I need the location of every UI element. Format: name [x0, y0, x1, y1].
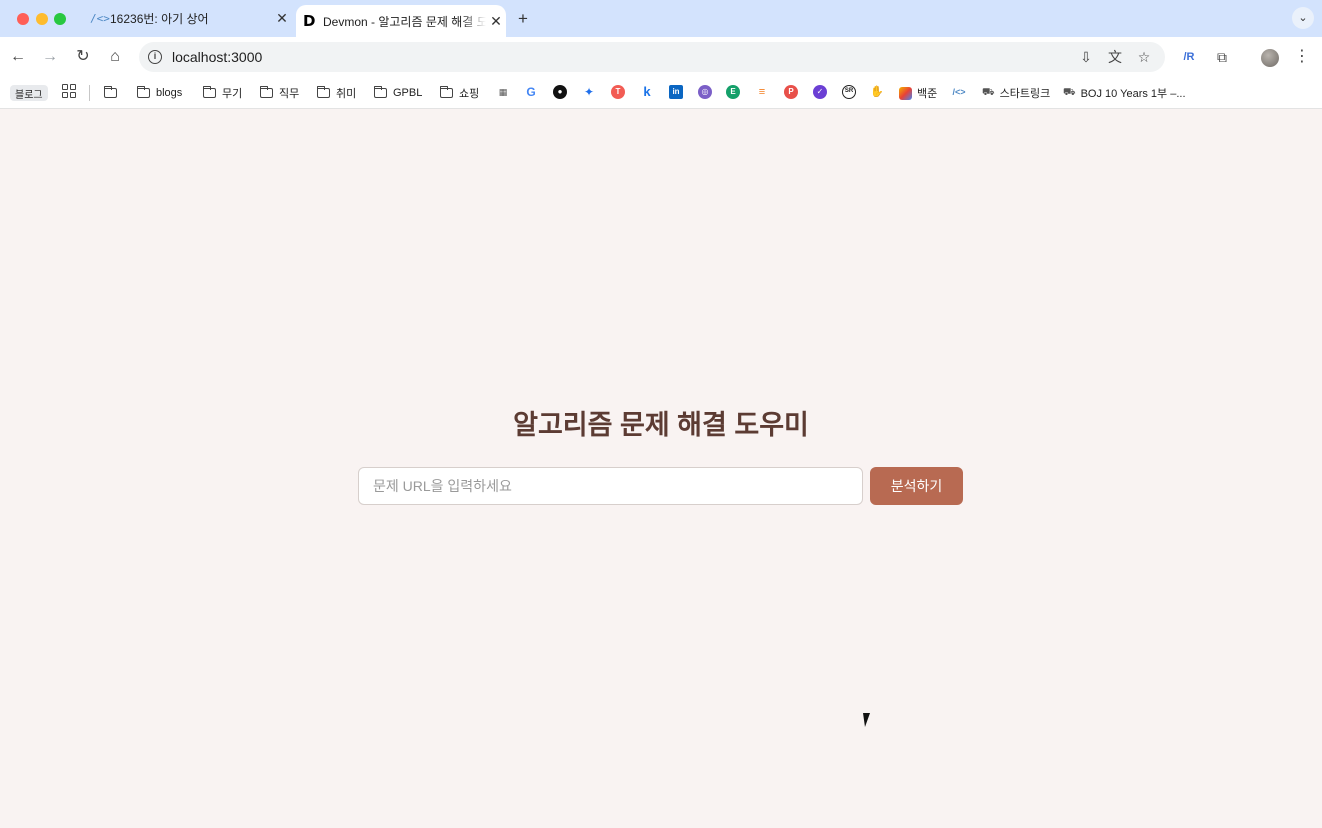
close-window-button[interactable] — [17, 13, 29, 25]
linkedin-icon[interactable]: in — [669, 85, 683, 99]
d-logo-icon: D — [303, 12, 316, 30]
folder-icon — [202, 86, 216, 98]
install-app-icon[interactable]: ⇩ — [1077, 48, 1095, 66]
grid-site-icon[interactable]: ▦ — [496, 85, 510, 99]
tab-search-button[interactable]: ⌄ — [1292, 7, 1314, 29]
translate-icon[interactable]: 文 — [1106, 48, 1124, 66]
close-icon[interactable]: ✕ — [486, 13, 506, 30]
folder-icon — [316, 86, 330, 98]
jira-icon[interactable]: ✦ — [582, 85, 596, 99]
bookmark-startlink[interactable]: ⛟ 스타트링크 — [982, 84, 1050, 102]
code-brackets-icon[interactable]: /<> — [952, 85, 966, 99]
folder-icon — [103, 86, 117, 98]
new-tab-button[interactable]: + — [513, 9, 533, 29]
tab-title: 16236번: 아기 상어 — [110, 12, 209, 26]
code-brackets-icon: /<> — [90, 12, 110, 25]
bookmark-folder-blogs[interactable]: blogs — [136, 84, 182, 102]
home-icon[interactable]: ⌂ — [104, 46, 126, 68]
bookmark-folder-gpbl[interactable]: GPBL — [373, 84, 422, 102]
bookmark-baekjoon[interactable]: 백준 — [899, 84, 937, 102]
v-site-icon[interactable]: ✓ — [813, 85, 827, 99]
sr-site-icon[interactable]: SR — [842, 85, 856, 99]
back-arrow-icon[interactable]: ← — [7, 46, 29, 68]
forward-arrow-icon[interactable]: → — [39, 46, 61, 68]
more-menu-icon[interactable]: ⋮ — [1292, 47, 1312, 67]
folder-icon — [439, 86, 453, 98]
bookmark-separator — [89, 85, 90, 101]
analyze-button[interactable]: 분석하기 — [870, 467, 963, 505]
close-icon[interactable]: ✕ — [272, 10, 292, 27]
tab-strip: /<> 16236번: 아기 상어 ✕ D Devmon - 알고리즘 문제 해… — [0, 0, 1322, 37]
stackoverflow-icon[interactable]: ≡ — [755, 85, 769, 99]
purple-site-icon[interactable]: ◎ — [698, 85, 712, 99]
startlink-icon: ⛟ — [982, 86, 995, 98]
bookmark-folder-weapon[interactable]: 무기 — [202, 84, 242, 102]
page-title: 알고리즘 문제 해결 도우미 — [513, 410, 809, 440]
bookmark-boj-10-years[interactable]: ⛟ BOJ 10 Years 1부 –... — [1063, 84, 1186, 102]
tab-title: Devmon - 알고리즘 문제 해결 도우미 — [323, 14, 486, 29]
folder-icon — [373, 86, 387, 98]
p-site-icon[interactable]: P — [784, 85, 798, 99]
zoom-window-button[interactable] — [54, 13, 66, 25]
google-icon[interactable]: G — [524, 85, 538, 99]
bookmarks-bar: 블로그 blogs 무기 직무 취미 GPBL 쇼핑 ▦ G ● ✦ T k i… — [0, 77, 1322, 109]
site-info-icon[interactable]: i — [148, 50, 162, 64]
bookmark-folder-job[interactable]: 직무 — [259, 84, 299, 102]
extensions-puzzle-icon[interactable]: ⧉ — [1212, 47, 1232, 67]
folder-icon — [136, 86, 150, 98]
folder-icon — [259, 86, 273, 98]
bookmark-folder-unnamed[interactable] — [103, 84, 123, 102]
reload-icon[interactable]: ↻ — [72, 46, 94, 68]
browser-toolbar: ← → ↻ ⌂ i localhost:3000 ⇩ 文 ☆ /R ⧉ ⋮ — [0, 37, 1322, 77]
startlink-icon: ⛟ — [1063, 86, 1076, 98]
tab-baekjoon[interactable]: /<> 16236번: 아기 상어 ✕ — [80, 0, 292, 37]
problem-url-input[interactable] — [358, 467, 863, 505]
url-text[interactable]: localhost:3000 — [172, 49, 262, 65]
minimize-window-button[interactable] — [36, 13, 48, 25]
baekjoon-logo-icon — [899, 86, 912, 100]
e-site-icon[interactable]: E — [726, 85, 740, 99]
extension-icon[interactable]: /R — [1179, 47, 1199, 67]
address-bar[interactable]: i localhost:3000 ⇩ 文 ☆ — [139, 42, 1165, 72]
github-icon[interactable]: ● — [553, 85, 567, 99]
page-content: 알고리즘 문제 해결 도우미 분석하기 — [0, 110, 1322, 828]
hand-site-icon[interactable]: ✋ — [870, 85, 884, 99]
bookmark-folder-hobby[interactable]: 취미 — [316, 84, 356, 102]
tab-devmon[interactable]: D Devmon - 알고리즘 문제 해결 도우미 ✕ — [296, 5, 506, 37]
bookmark-folder-shopping[interactable]: 쇼핑 — [439, 84, 479, 102]
k-site-icon[interactable]: k — [640, 85, 654, 99]
bookmark-blog-chip[interactable]: 블로그 — [10, 85, 48, 101]
apps-grid-icon[interactable] — [62, 84, 76, 98]
profile-avatar[interactable] — [1261, 49, 1279, 67]
mouse-cursor — [863, 713, 872, 727]
t-site-icon[interactable]: T — [611, 85, 625, 99]
bookmark-star-icon[interactable]: ☆ — [1135, 48, 1153, 66]
